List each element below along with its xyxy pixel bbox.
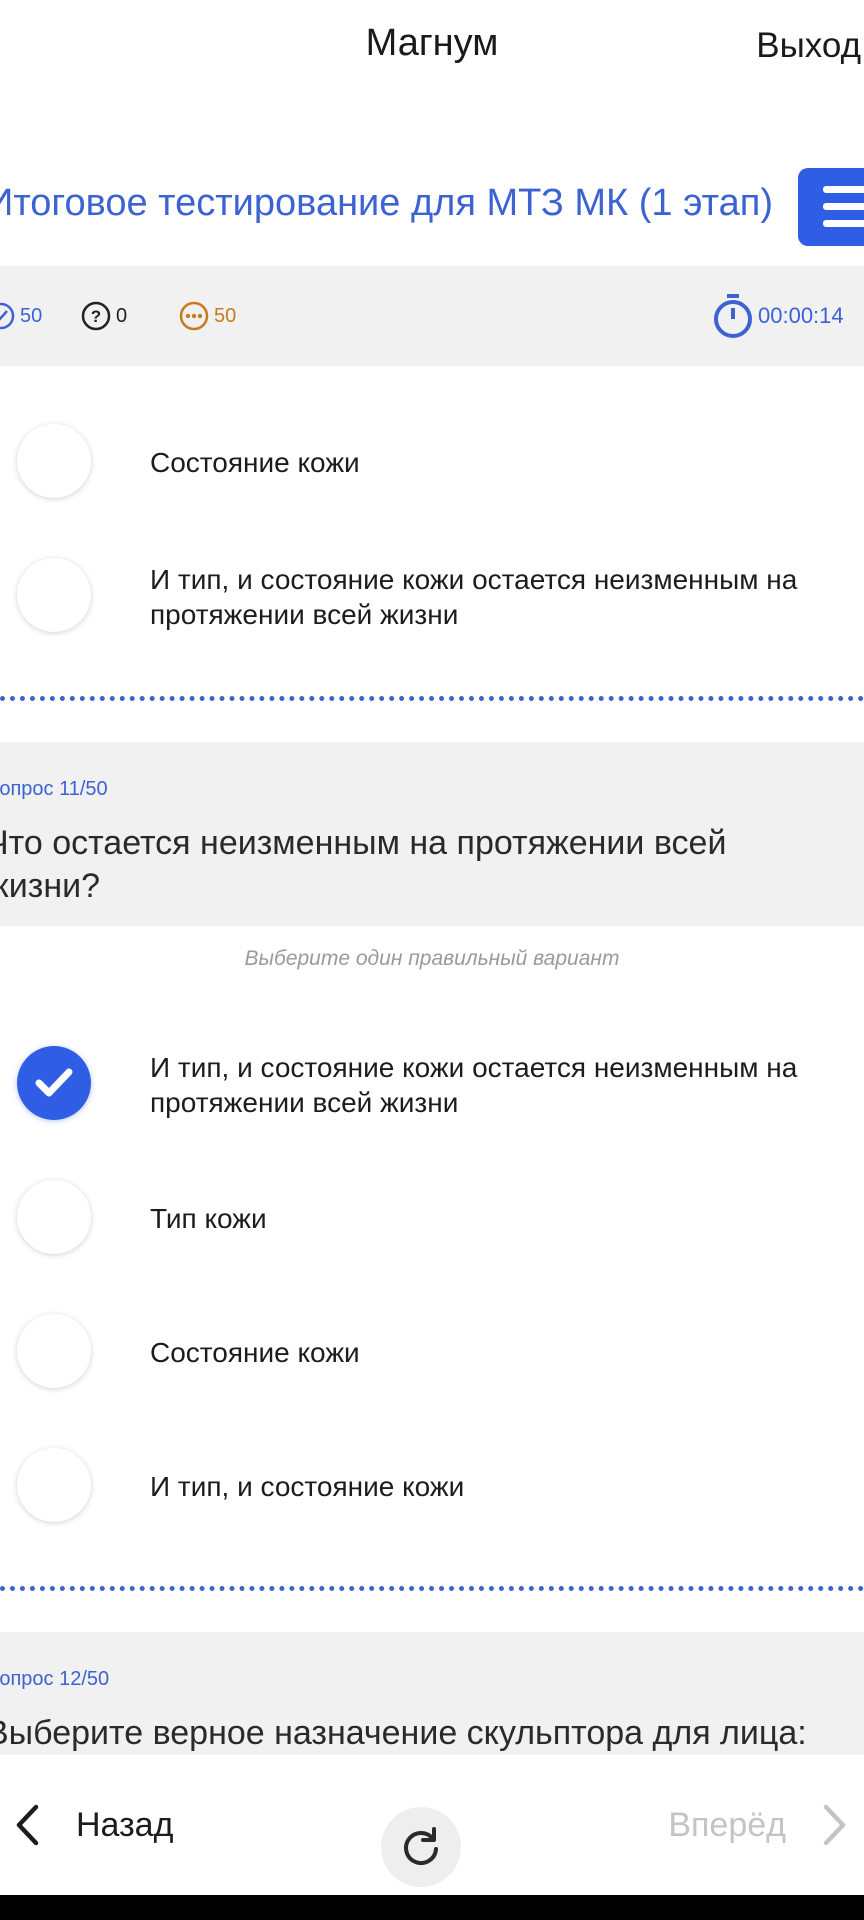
radio-button-checked[interactable] bbox=[17, 1046, 91, 1120]
stats-bar: 50 ? 0 50 00:00:14 bbox=[0, 266, 864, 366]
option-label: И тип, и состояние кожи остается неизмен… bbox=[150, 1052, 798, 1118]
more-dots-icon bbox=[179, 301, 209, 331]
checkmark-icon bbox=[35, 1068, 73, 1097]
menu-button[interactable] bbox=[798, 168, 864, 246]
bottom-nav: Назад Вперёд bbox=[0, 1755, 864, 1895]
app-title: Магнум bbox=[365, 22, 499, 64]
option-label: И тип, и состояние кожи остается неизмен… bbox=[150, 564, 798, 630]
answer-option[interactable]: И тип, и состояние кожи bbox=[0, 1432, 864, 1542]
question-number: Вопрос 11/50 bbox=[0, 778, 108, 800]
question-divider bbox=[0, 696, 864, 701]
forward-button[interactable]: Вперёд bbox=[668, 1785, 848, 1865]
answered-count: 50 bbox=[0, 298, 42, 334]
option-label: И тип, и состояние кожи bbox=[150, 1471, 465, 1502]
question-divider bbox=[0, 1586, 864, 1591]
radio-button[interactable] bbox=[17, 1448, 91, 1522]
remaining-count: 50 bbox=[178, 298, 236, 334]
question-hint: Выберите один правильный вариант bbox=[244, 947, 620, 970]
test-screen: Магнум Выход Итоговое тестирование для М… bbox=[0, 0, 864, 1920]
unanswered-count: ? 0 bbox=[80, 298, 127, 334]
option-label: Состояние кожи bbox=[150, 1337, 360, 1368]
test-title: Итоговое тестирование для МТЗ МК (1 этап… bbox=[0, 182, 773, 224]
question-circle-icon: ? bbox=[81, 301, 111, 331]
svg-text:?: ? bbox=[91, 307, 101, 326]
system-nav-bar bbox=[0, 1895, 864, 1920]
answer-option[interactable]: И тип, и состояние кожи остается неизмен… bbox=[0, 1030, 864, 1140]
question-header: Вопрос 12/50 Выберите верное назначение … bbox=[0, 1632, 864, 1755]
chevron-left-icon bbox=[16, 1804, 39, 1846]
question-number: Вопрос 12/50 bbox=[0, 1668, 110, 1690]
answer-option[interactable]: И тип, и состояние кожи остается неизмен… bbox=[0, 542, 864, 652]
menu-icon bbox=[823, 186, 864, 193]
radio-button[interactable] bbox=[17, 558, 91, 632]
timer: 00:00:14 bbox=[712, 294, 844, 338]
radio-button[interactable] bbox=[17, 1314, 91, 1388]
refresh-button[interactable] bbox=[381, 1807, 461, 1887]
logout-button[interactable]: Выход bbox=[756, 26, 861, 66]
question-header: Вопрос 11/50 Что остается неизменным на … bbox=[0, 742, 864, 926]
back-label: Назад bbox=[76, 1805, 174, 1844]
app-header: Магнум Выход bbox=[0, 0, 864, 95]
answer-option[interactable]: Состояние кожи bbox=[0, 408, 864, 518]
question-text: Что остается неизменным на протяжении вс… bbox=[0, 824, 727, 905]
answered-icon bbox=[0, 302, 15, 330]
option-label: Состояние кожи bbox=[150, 447, 360, 478]
option-label: Тип кожи bbox=[150, 1203, 267, 1234]
back-button[interactable]: Назад bbox=[14, 1785, 173, 1865]
question-text: Выберите верное назначение скульптора дл… bbox=[0, 1714, 807, 1752]
answer-option[interactable]: Тип кожи bbox=[0, 1164, 864, 1274]
answer-option[interactable]: Состояние кожи bbox=[0, 1298, 864, 1408]
radio-button[interactable] bbox=[17, 424, 91, 498]
radio-button[interactable] bbox=[17, 1180, 91, 1254]
chevron-right-icon bbox=[823, 1804, 846, 1846]
stopwatch-icon bbox=[714, 294, 752, 338]
forward-label: Вперёд bbox=[668, 1805, 786, 1844]
refresh-icon bbox=[404, 1827, 438, 1866]
